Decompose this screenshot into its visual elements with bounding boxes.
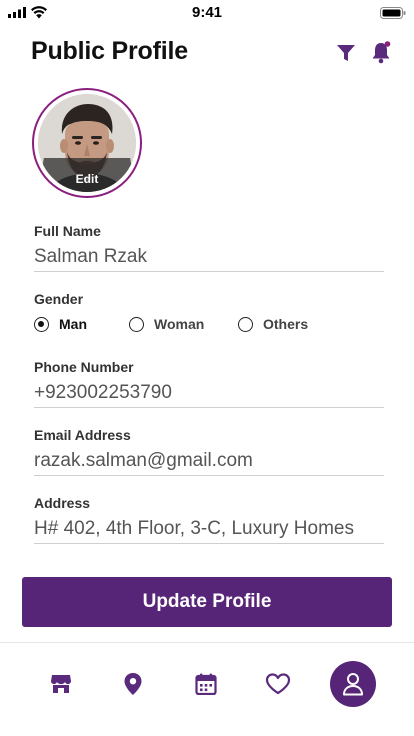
avatar-edit-label[interactable]: Edit	[38, 172, 136, 186]
radio-checked-icon[interactable]	[34, 316, 49, 332]
gender-option-label: Woman	[154, 316, 205, 332]
radio-unchecked-icon[interactable]	[238, 316, 253, 332]
status-time: 9:41	[191, 4, 223, 21]
phone-label: Phone Number	[34, 359, 134, 375]
battery-icon	[380, 7, 406, 19]
update-profile-button[interactable]: Update Profile	[22, 577, 392, 627]
gender-option-label: Others	[263, 316, 309, 332]
gender-option-others[interactable]: Others	[238, 315, 308, 333]
bottom-nav-divider	[0, 642, 414, 643]
store-icon	[51, 675, 71, 693]
avatar[interactable]: Edit	[32, 88, 142, 198]
avatar-photo: Edit	[38, 94, 136, 192]
filter-icon	[337, 45, 355, 61]
user-icon	[343, 673, 363, 696]
nav-profile[interactable]	[330, 661, 376, 707]
full-name-label: Full Name	[34, 223, 101, 239]
nav-favorites[interactable]	[262, 668, 294, 700]
address-label: Address	[34, 495, 91, 511]
email-input[interactable]: razak.salman@gmail.com	[34, 450, 384, 476]
address-input[interactable]: H# 402, 4th Floor, 3-C, Luxury Homes	[34, 518, 384, 544]
email-label: Email Address	[34, 427, 131, 443]
phone-input[interactable]: +923002253790	[34, 382, 384, 408]
radio-unchecked-icon[interactable]	[129, 316, 144, 332]
heart-icon	[265, 673, 291, 695]
full-name-input[interactable]: Salman Rzak	[34, 246, 384, 272]
gender-option-label: Man	[59, 316, 87, 332]
nav-calendar[interactable]	[190, 668, 222, 700]
gender-option-woman[interactable]: Woman	[129, 315, 204, 333]
nav-store[interactable]	[45, 668, 77, 700]
status-bar: 9:41	[0, 0, 414, 26]
location-pin-icon	[124, 673, 142, 695]
filter-button[interactable]	[336, 42, 356, 64]
bell-icon	[372, 41, 391, 64]
page-title: Public Profile	[31, 37, 188, 65]
nav-location[interactable]	[117, 668, 149, 700]
gender-option-man[interactable]: Man	[34, 315, 87, 333]
notifications-button[interactable]	[370, 40, 392, 64]
gender-label: Gender	[34, 291, 84, 307]
calendar-icon	[195, 673, 217, 695]
